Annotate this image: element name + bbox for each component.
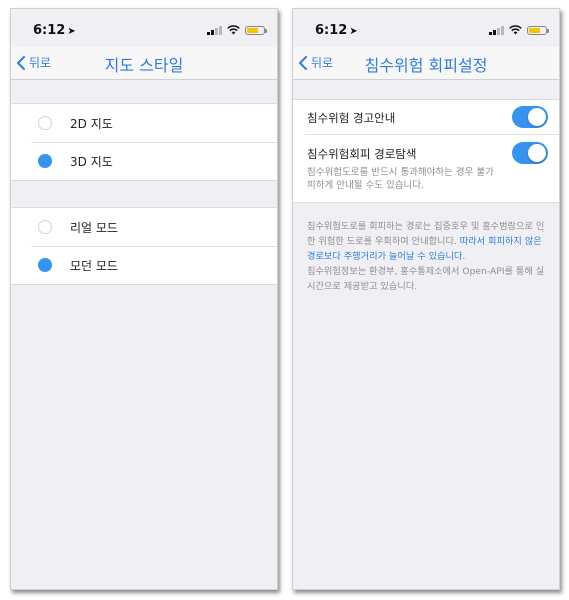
status-bar: 6:12 ➤ [11,9,277,49]
page-title: 지도 스타일 [104,56,184,75]
radio-selected-icon[interactable] [38,154,52,168]
option-label: 3D 지도 [70,155,113,169]
flood-avoid-settings-screen: 6:12 ➤ 뒤로 침수위험 회피설정 침수위험 경고안내 침수위험회피 경로탐색… [292,8,560,590]
option-2d-map[interactable]: 2D 지도 [11,104,277,142]
cellular-signal-icon [207,25,222,35]
wifi-icon [227,25,240,35]
radio-unselected-icon[interactable] [38,116,52,130]
nav-bar: 뒤로 지도 스타일 [11,47,277,80]
location-arrow-icon: ➤ [67,26,76,37]
flood-warning-toggle[interactable] [512,106,548,128]
cellular-signal-icon [489,25,504,35]
setting-flood-avoid-route: 침수위험회피 경로탐색 침수위험도로를 반드시 통과해야하는 경우 불가피하게 … [293,134,559,202]
setting-title: 침수위험회피 경로탐색 [307,147,417,161]
option-label: 리얼 모드 [70,221,118,235]
option-modern-mode[interactable]: 모던 모드 [11,246,277,284]
setting-description: 침수위험도로를 반드시 통과해야하는 경우 불가피하게 안내될 수도 있습니다. [307,167,494,191]
status-bar: 6:12 ➤ [293,9,559,49]
status-time: 6:12 ➤ [315,23,358,38]
option-label: 모던 모드 [70,259,118,273]
flood-settings-group: 침수위험 경고안내 침수위험회피 경로탐색 침수위험도로를 반드시 통과해야하는… [293,99,559,203]
radio-unselected-icon[interactable] [38,220,52,234]
nav-bar: 뒤로 침수위험 회피설정 [293,47,559,80]
battery-icon [527,25,549,35]
wifi-icon [509,25,522,35]
option-real-mode[interactable]: 리얼 모드 [11,208,277,246]
info-footer: 침수위험도로를 회피하는 경로는 집중호우 및 홍수범람으로 인한 위험한 도로… [307,219,547,294]
location-arrow-icon: ➤ [349,26,358,37]
footer-source-text: 침수위험정보는 환경부, 홍수통제소에서 Open-API를 통해 실시간으로 … [307,266,545,292]
battery-icon [245,25,267,35]
map-style-screen: 6:12 ➤ 뒤로 지도 스타일 2D 지도 3D 지도 리얼 모드 모던 모드 [10,8,278,590]
option-3d-map[interactable]: 3D 지도 [11,142,277,180]
map-dimension-group: 2D 지도 3D 지도 [11,103,277,181]
map-mode-group: 리얼 모드 모던 모드 [11,207,277,285]
option-label: 2D 지도 [70,117,113,131]
flood-avoid-route-toggle[interactable] [512,142,548,164]
status-time: 6:12 ➤ [33,23,76,38]
page-title: 침수위험 회피설정 [364,56,488,75]
radio-selected-icon[interactable] [38,258,52,272]
setting-title: 침수위험 경고안내 [307,111,396,125]
setting-flood-warning: 침수위험 경고안내 [293,100,559,134]
